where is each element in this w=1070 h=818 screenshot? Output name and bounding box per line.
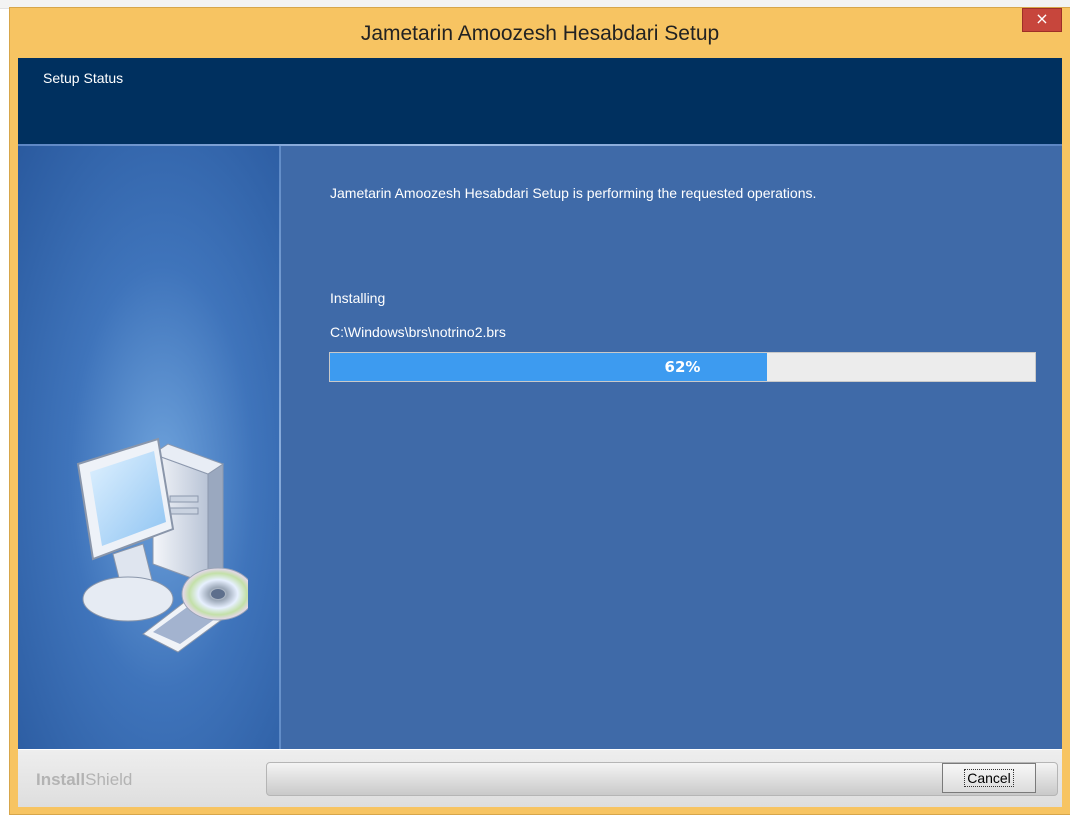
- page-title: Setup Status: [43, 70, 124, 86]
- close-icon: ×: [1035, 9, 1049, 28]
- title-bar[interactable]: Jametarin Amoozesh Hesabdari Setup ×: [10, 8, 1070, 58]
- setup-window: Jametarin Amoozesh Hesabdari Setup × Set…: [10, 8, 1070, 814]
- progress-percentage: 62%: [664, 358, 701, 376]
- side-panel-divider: [279, 146, 281, 749]
- button-track: [266, 762, 1058, 796]
- close-button[interactable]: ×: [1022, 8, 1062, 32]
- current-file-path: C:\Windows\brs\notrino2.brs: [330, 324, 506, 340]
- computer-with-cd-icon: [76, 437, 248, 653]
- brand-text-light: Shield: [85, 770, 133, 789]
- side-graphic-panel: [18, 146, 280, 749]
- progress-bar: 62%: [329, 352, 1036, 382]
- installshield-logo: InstallShield: [36, 770, 132, 790]
- action-label: Installing: [330, 290, 386, 306]
- header-banner: Setup Status: [18, 58, 1062, 144]
- cancel-button[interactable]: Cancel: [942, 763, 1036, 793]
- footer-bar: InstallShield Cancel: [18, 749, 1062, 807]
- status-message: Jametarin Amoozesh Hesabdari Setup is pe…: [330, 185, 817, 201]
- cancel-button-label: Cancel: [964, 769, 1014, 787]
- window-title: Jametarin Amoozesh Hesabdari Setup: [360, 22, 720, 45]
- dialog-client-area: Setup Status Jametarin Amoozesh Hesabdar…: [18, 58, 1062, 807]
- brand-text-bold: Install: [36, 770, 86, 789]
